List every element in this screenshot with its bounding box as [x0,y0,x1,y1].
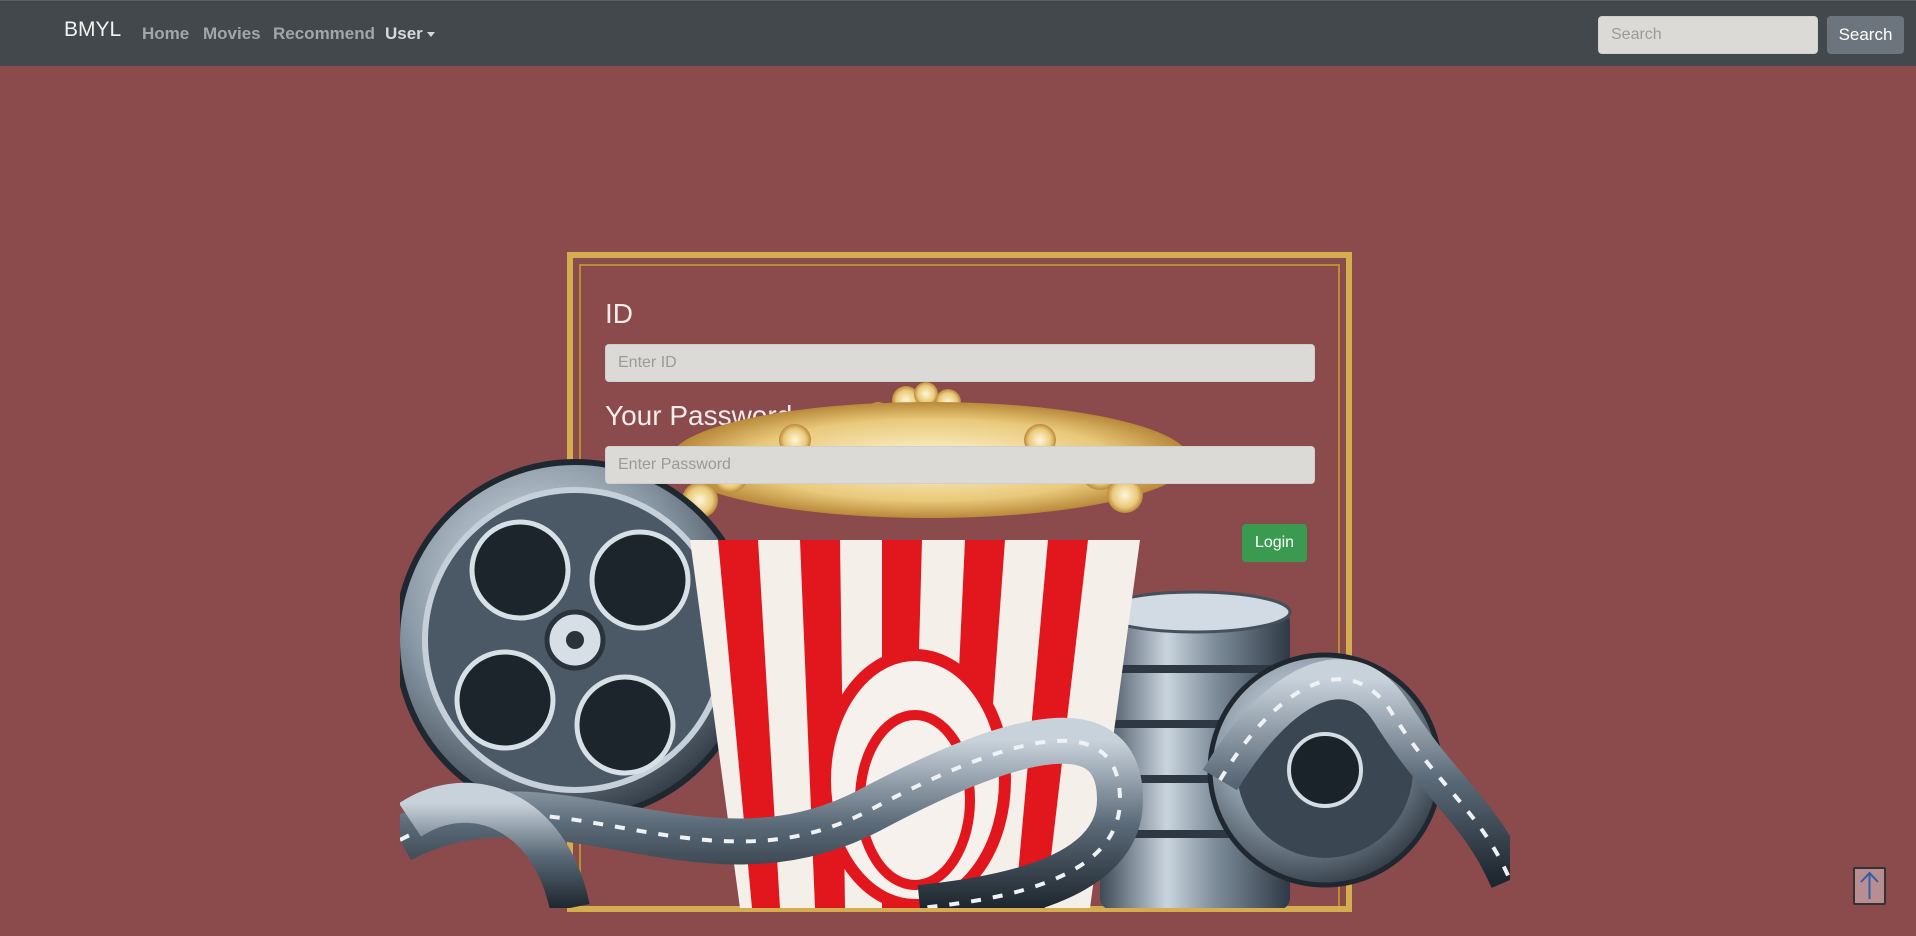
nav-home[interactable]: Home [142,24,189,44]
nav-movies[interactable]: Movies [203,24,261,44]
scroll-to-top-button[interactable] [1853,867,1886,905]
search-button[interactable]: Search [1827,16,1904,54]
id-input[interactable] [605,344,1315,382]
id-label: ID [605,298,633,329]
password-input[interactable] [605,446,1315,484]
nav-recommend[interactable]: Recommend [273,24,375,44]
caret-down-icon [426,32,435,38]
arrow-up-icon [1860,871,1879,899]
top-navbar: BMYL Home Movies Recommend User Search [0,0,1916,66]
brand-logo[interactable]: BMYL [64,18,121,42]
nav-user-label: User [385,24,423,43]
password-label: Your Password [605,400,793,431]
nav-user-dropdown[interactable]: User [385,24,435,44]
search-input[interactable] [1598,16,1818,54]
login-button[interactable]: Login [1242,524,1307,562]
